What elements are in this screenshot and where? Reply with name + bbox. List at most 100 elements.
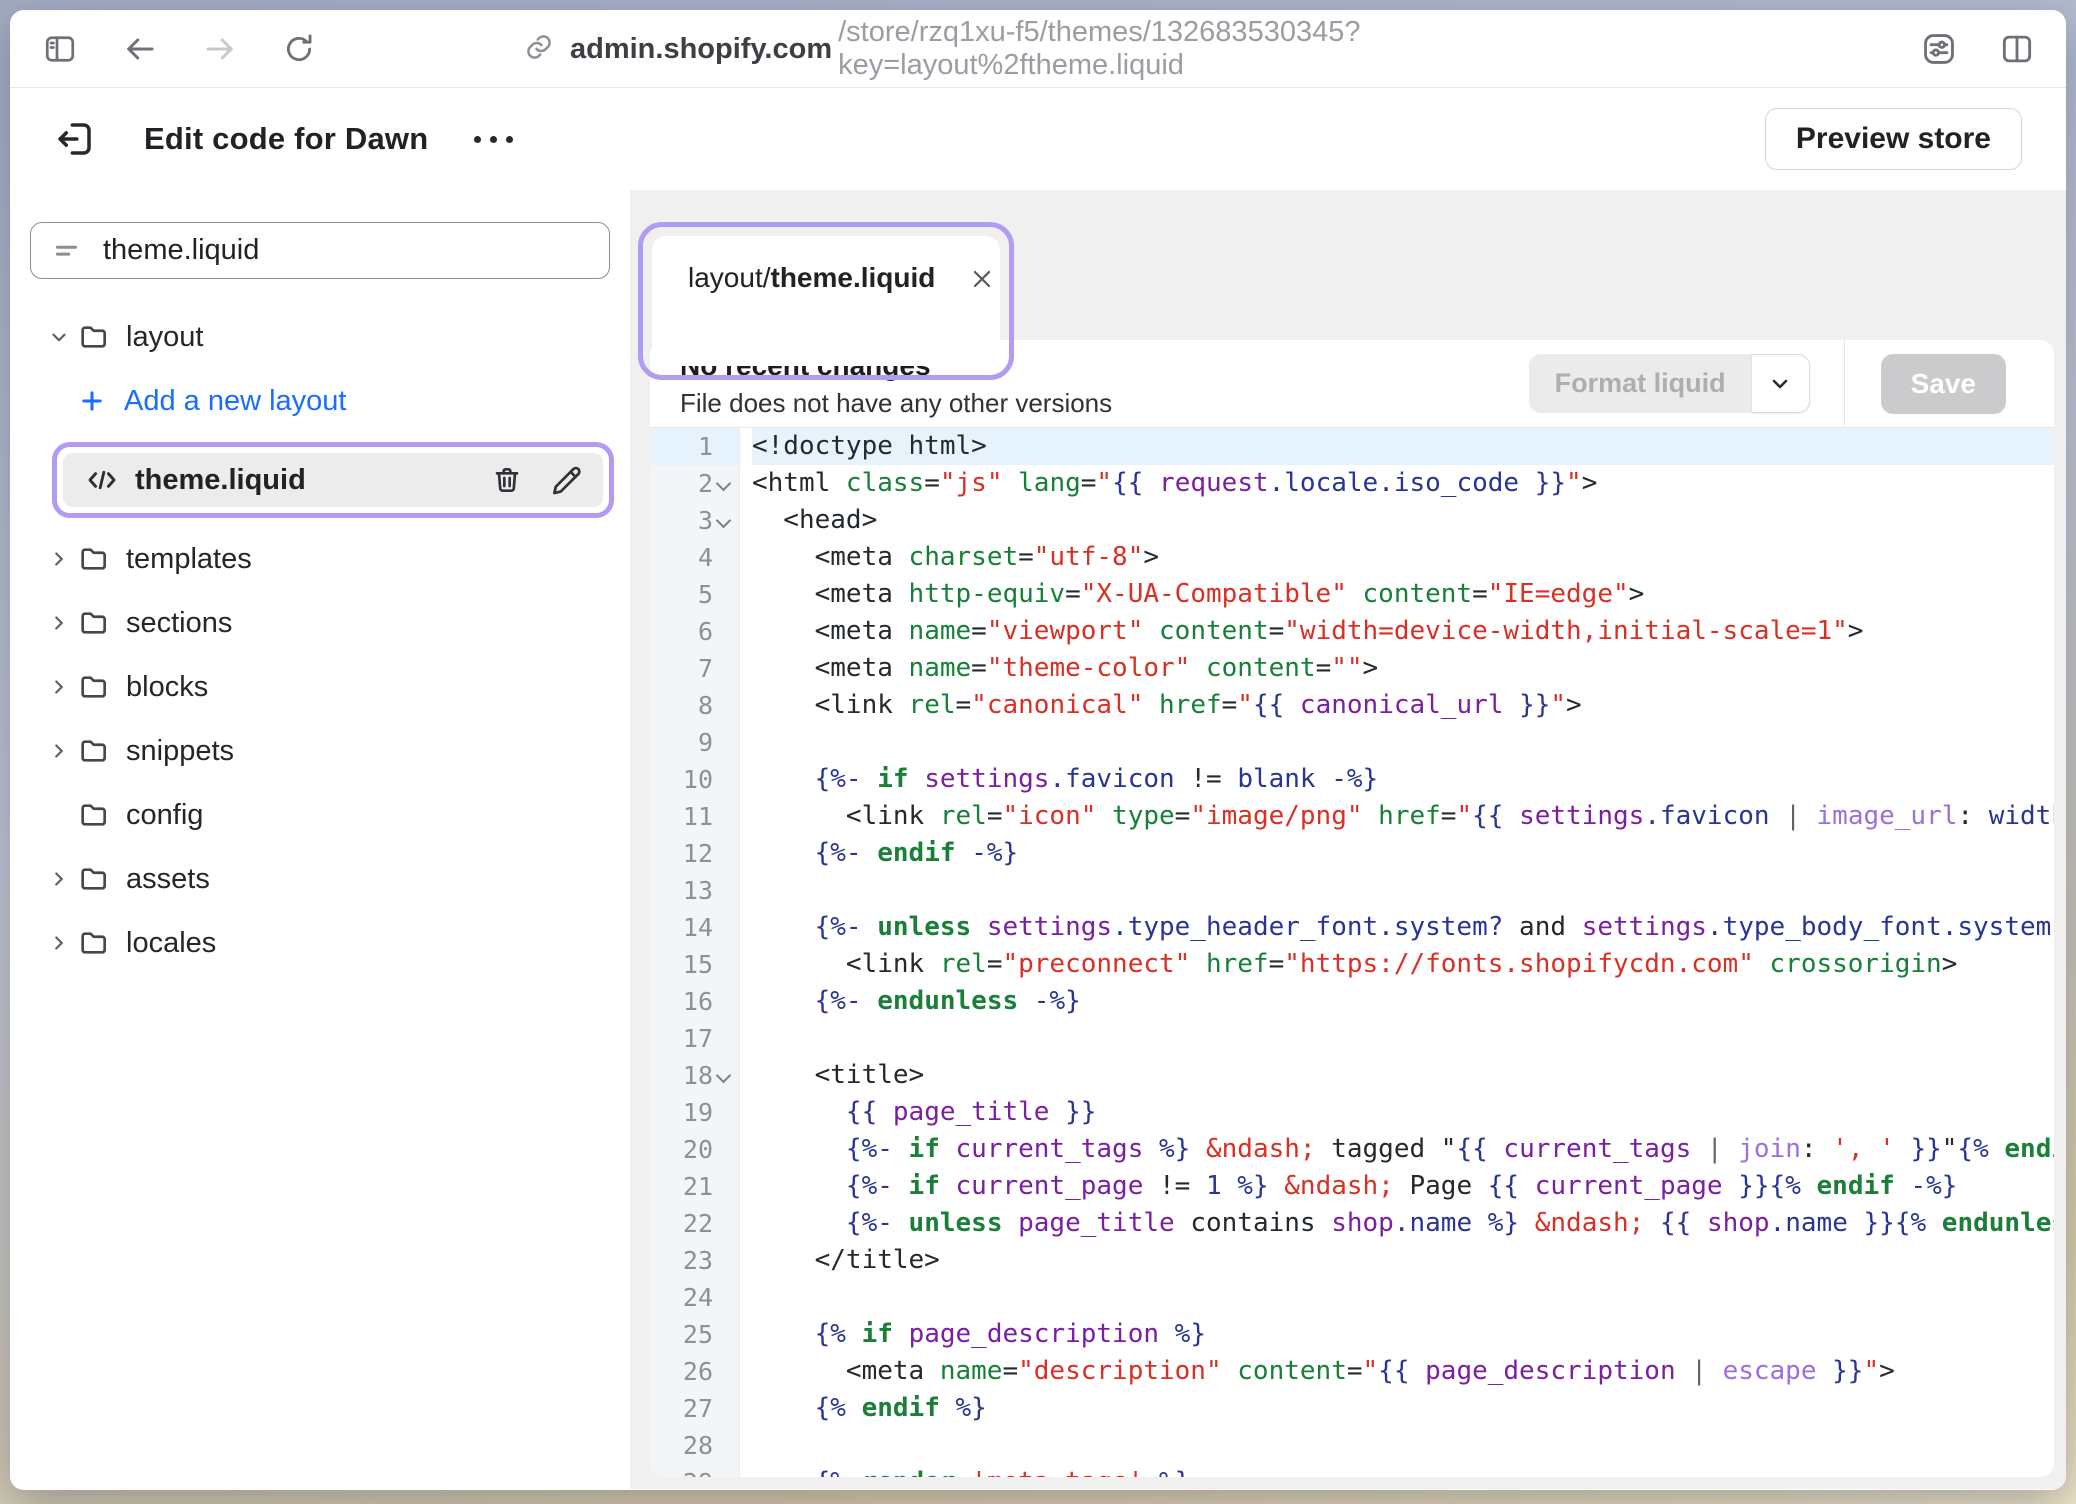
sidebar-item-blocks[interactable]: blocks [10,655,630,719]
chevron-right-icon[interactable] [48,740,78,762]
code-line[interactable]: 24 [650,1279,2054,1316]
fold-spacer [713,872,739,909]
fold-spacer [713,1205,739,1242]
code-line[interactable]: 1<!doctype html> [650,428,2054,465]
exit-button[interactable] [54,118,96,160]
code-line[interactable]: 25 {% if page_description %} [650,1316,2054,1353]
line-number: 14 [650,909,740,946]
file-sidebar: layout Add a new layout [10,190,630,1489]
chevron-right-icon[interactable] [48,932,78,954]
version-subtitle: File does not have any other versions [680,387,1112,419]
reload-button[interactable] [282,32,316,66]
fold-marker[interactable] [713,465,739,502]
code-line[interactable]: 9 [650,724,2054,761]
code-line[interactable]: 15 <link rel="preconnect" href="https://… [650,946,2054,983]
code-line[interactable]: 14 {%- unless settings.type_header_font.… [650,909,2054,946]
folder-icon [78,927,110,959]
code-line[interactable]: 4 <meta charset="utf-8"> [650,539,2054,576]
code-line[interactable]: 26 <meta name="description" content="{{ … [650,1353,2054,1390]
chevron-right-icon[interactable] [48,676,78,698]
code-line[interactable]: 28 [650,1427,2054,1464]
more-button[interactable] [474,136,513,143]
forward-button[interactable] [202,31,238,67]
fold-spacer [713,1353,739,1390]
sidebar-item-label: templates [126,543,252,576]
back-button[interactable] [122,31,158,67]
browser-window: admin.shopify.com/store/rzq1xu-f5/themes… [10,10,2066,1490]
code-line[interactable]: 21 {%- if current_page != 1 %} &ndash; P… [650,1168,2054,1205]
line-number: 28 [650,1427,740,1464]
close-tab-button[interactable] [969,266,995,292]
line-number: 19 [650,1094,740,1131]
rename-file-button[interactable] [551,464,583,496]
chevron-right-icon[interactable] [48,868,78,890]
exit-icon [54,118,96,160]
code-line[interactable]: 2<html class="js" lang="{{ request.local… [650,465,2054,502]
code-line[interactable]: 11 <link rel="icon" type="image/png" hre… [650,798,2054,835]
code-line[interactable]: 18 <title> [650,1057,2054,1094]
tab-label: layout/theme.liquid [688,258,935,298]
fold-marker[interactable] [713,502,739,539]
fold-spacer [713,909,739,946]
tune-icon[interactable] [1920,30,1958,68]
split-view-icon[interactable] [1998,30,2036,68]
format-liquid-dropdown[interactable] [1752,354,1810,413]
code-line[interactable]: 22 {%- unless page_title contains shop.n… [650,1205,2054,1242]
code-line[interactable]: 8 <link rel="canonical" href="{{ canonic… [650,687,2054,724]
app-header: Edit code for Dawn Preview store [10,88,2066,190]
code-line[interactable]: 7 <meta name="theme-color" content=""> [650,650,2054,687]
code-line[interactable]: 5 <meta http-equiv="X-UA-Compatible" con… [650,576,2054,613]
filter-icon [53,236,83,266]
sidebar-item-layout[interactable]: layout [10,305,630,369]
code-editor[interactable]: 1<!doctype html>2<html class="js" lang="… [650,428,2054,1477]
fold-spacer [713,946,739,983]
sidebar-item-theme-liquid[interactable]: theme.liquid [63,453,603,507]
selected-file-label: theme.liquid [135,464,306,497]
fold-spacer [713,983,739,1020]
chevron-down-icon[interactable] [48,326,78,348]
code-line[interactable]: 6 <meta name="viewport" content="width=d… [650,613,2054,650]
folder-icon [78,607,110,639]
format-liquid-button[interactable]: Format liquid [1529,354,1752,413]
code-line[interactable]: 10 {%- if settings.favicon != blank -%} [650,761,2054,798]
code-line[interactable]: 17 [650,1020,2054,1057]
line-number: 17 [650,1020,740,1057]
sidebar-item-label: assets [126,863,210,896]
save-button[interactable]: Save [1881,354,2006,414]
sidebar-item-locales[interactable]: locales [10,911,630,975]
code-line[interactable]: 29 {% render 'meta-tags' %} [650,1464,2054,1477]
code-line[interactable]: 19 {{ page_title }} [650,1094,2054,1131]
code-line[interactable]: 20 {%- if current_tags %} &ndash; tagged… [650,1131,2054,1168]
pencil-icon [551,464,583,496]
code-line[interactable]: 13 [650,872,2054,909]
sidebar-item-assets[interactable]: assets [10,847,630,911]
code-line[interactable]: 16 {%- endunless -%} [650,983,2054,1020]
chevron-right-icon[interactable] [48,548,78,570]
line-number: 9 [650,724,740,761]
code-line[interactable]: 12 {%- endif -%} [650,835,2054,872]
fold-spacer [713,798,739,835]
add-new-layout-button[interactable]: Add a new layout [10,369,630,433]
folder-icon [78,321,110,353]
line-number: 24 [650,1279,740,1316]
folder-icon [78,863,110,895]
code-line[interactable]: 27 {% endif %} [650,1390,2054,1427]
code-line[interactable]: 3 <head> [650,502,2054,539]
sidebar-item-templates[interactable]: templates [10,527,630,591]
fold-marker[interactable] [713,1057,739,1094]
sidebar-item-sections[interactable]: sections [10,591,630,655]
line-number: 1 [650,428,740,465]
chevron-right-icon[interactable] [48,612,78,634]
delete-file-button[interactable] [491,464,523,496]
file-tab[interactable]: layout/theme.liquid [652,236,1000,366]
preview-store-button[interactable]: Preview store [1765,108,2022,170]
file-search-input[interactable] [103,234,523,267]
sidebar-item-config[interactable]: config [10,783,630,847]
address-bar[interactable]: admin.shopify.com/store/rzq1xu-f5/themes… [524,10,1552,88]
sidebar-item-label: blocks [126,671,208,704]
sidebar-toggle-icon[interactable] [42,31,78,67]
file-search-box[interactable] [30,222,610,279]
sidebar-item-snippets[interactable]: snippets [10,719,630,783]
line-number: 10 [650,761,740,798]
code-line[interactable]: 23 </title> [650,1242,2054,1279]
